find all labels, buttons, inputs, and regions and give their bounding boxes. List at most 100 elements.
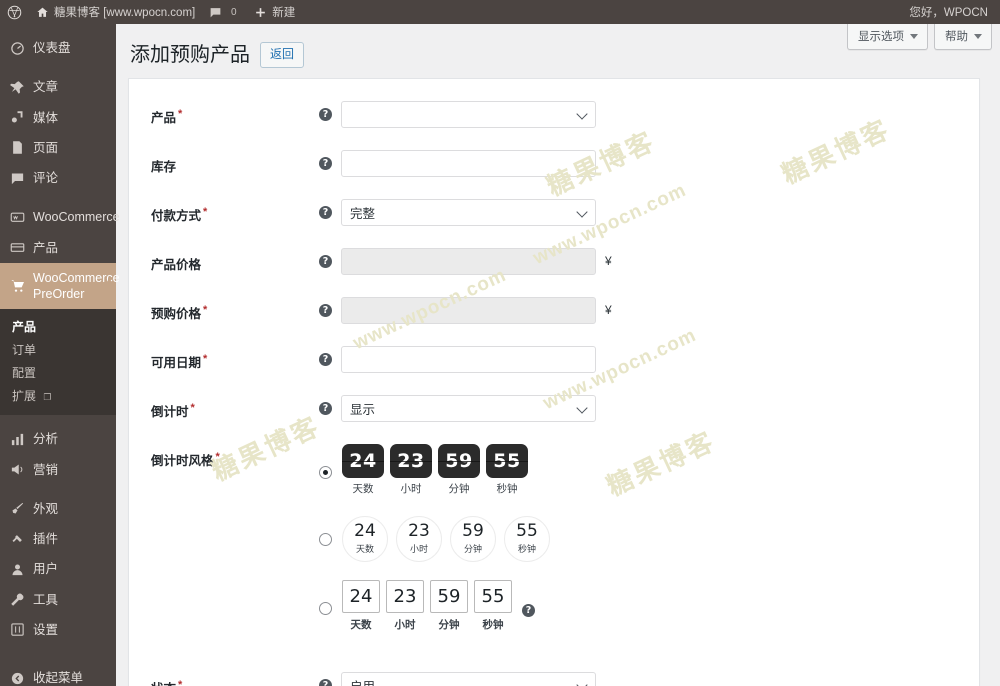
countdown-caption: 小时 <box>409 544 428 555</box>
help-icon[interactable]: ? <box>319 157 332 171</box>
new-content-menu[interactable]: 新建 <box>247 0 302 24</box>
countdown-unit: 24 天数 <box>342 580 380 632</box>
sidebar-item-appearance[interactable]: 外观 <box>0 494 116 524</box>
analytics-bars-icon <box>9 432 26 447</box>
radio-style-2[interactable] <box>319 533 332 547</box>
sidebar-item-users[interactable]: 用户 <box>0 554 116 584</box>
sidebar-item-settings[interactable]: 设置 <box>0 615 116 645</box>
countdown-value: 24 <box>354 521 376 542</box>
product-select[interactable] <box>341 101 596 129</box>
submenu-item-config[interactable]: 配置 <box>0 361 116 384</box>
available-date-input[interactable] <box>341 346 596 374</box>
help-button[interactable]: 帮助 <box>934 24 992 50</box>
countdown-select[interactable]: 显示 <box>341 395 596 423</box>
countdown-caption: 分钟 <box>438 619 460 632</box>
countdown-caption: 天数 <box>352 483 374 496</box>
field-control: ? ¥ <box>319 297 979 325</box>
stock-input[interactable] <box>341 150 596 178</box>
sidebar-item-dashboard[interactable]: 仪表盘 <box>0 33 116 63</box>
product-price-input <box>341 248 596 276</box>
wordpress-logo-menu[interactable] <box>0 0 29 24</box>
sidebar-item-woocommerce-preorder[interactable]: WooCommerce PreOrder <box>0 262 120 310</box>
field-label-text: 库存 <box>151 160 177 175</box>
sidebar-item-media[interactable]: 媒体 <box>0 103 116 133</box>
sidebar-item-label: 媒体 <box>33 110 59 125</box>
radio-style-3[interactable] <box>319 602 332 616</box>
payment-method-select[interactable]: 完整 <box>341 199 596 227</box>
field-control: ? 启用 <box>319 672 979 686</box>
sidebar-item-label: 评论 <box>33 171 59 185</box>
field-row-available-date: 可用日期 * ? <box>129 346 979 374</box>
field-label-text: 预购价格 <box>151 307 202 322</box>
field-row-product-price: 产品价格 ? ¥ <box>129 248 979 276</box>
screen-root: 糖果博客 [www.wpocn.com] 0 新建 您好，WPOCN 显示选项 <box>0 0 1000 686</box>
countdown-preview-dark: 24 天数 23 小时 59 分钟 55 秒钟 <box>342 444 528 496</box>
sidebar-item-marketing[interactable]: 营销 <box>0 455 116 485</box>
sidebar-item-posts[interactable]: 文章 <box>0 72 116 102</box>
sidebar-item-woocommerce[interactable]: WooCommerce <box>0 202 120 232</box>
countdown-unit: 55 秒钟 <box>486 444 528 496</box>
countdown-style-option-3[interactable]: 24 天数 23 小时 59 分钟 55 秒钟 ? <box>319 580 979 632</box>
radio-style-1[interactable] <box>319 466 332 480</box>
countdown-caption: 分钟 <box>463 544 482 555</box>
sidebar-item-products[interactable]: 产品 <box>0 233 116 263</box>
countdown-unit: 55 秒钟 <box>504 516 550 563</box>
countdown-unit: 24 天数 <box>342 516 388 563</box>
field-label: 倒计时 * <box>151 395 319 420</box>
countdown-caption: 分钟 <box>448 483 470 496</box>
help-icon[interactable]: ? <box>319 255 332 269</box>
site-name-menu[interactable]: 糖果博客 [www.wpocn.com] <box>29 0 202 24</box>
screen-options-button[interactable]: 显示选项 <box>847 24 928 50</box>
sidebar-item-label: 产品 <box>33 240 59 255</box>
countdown-value: 59 <box>438 444 480 479</box>
help-icon[interactable]: ? <box>319 679 332 686</box>
field-control: ? 完整 <box>319 199 979 227</box>
settings-sliders-icon <box>9 622 26 637</box>
help-icon[interactable]: ? <box>319 402 332 416</box>
submenu-item-label: 配置 <box>12 366 37 381</box>
sidebar-item-label: 文章 <box>33 80 59 95</box>
help-icon[interactable]: ? <box>319 206 332 220</box>
account-menu[interactable]: 您好，WPOCN <box>902 0 1000 24</box>
back-button[interactable]: 返回 <box>260 42 305 69</box>
comments-menu[interactable]: 0 <box>202 0 247 24</box>
help-icon[interactable]: ? <box>319 353 332 367</box>
field-control: ? ¥ <box>319 248 979 276</box>
help-icon[interactable]: ? <box>319 304 332 318</box>
field-row-countdown: 倒计时 * ? 显示 <box>129 395 979 423</box>
submenu-item-label: 扩展 <box>12 389 37 404</box>
page-icon <box>9 140 26 155</box>
countdown-caption: 小时 <box>400 483 422 496</box>
sidebar-item-pages[interactable]: 页面 <box>0 133 116 163</box>
preorder-price-input <box>341 297 596 325</box>
countdown-value: 59 <box>430 580 468 614</box>
collapse-menu-button[interactable]: 收起菜单 <box>0 663 116 686</box>
status-select[interactable]: 启用 <box>341 672 596 686</box>
sidebar-item-analytics[interactable]: 分析 <box>0 424 116 454</box>
countdown-unit: 23 小时 <box>390 444 432 496</box>
required-marker: * <box>203 304 208 317</box>
field-label: 可用日期 * <box>151 346 319 371</box>
required-marker: * <box>178 679 183 686</box>
field-row-product: 产品 * ? <box>129 101 979 129</box>
countdown-style-option-2[interactable]: 24 天数 23 小时 59 分钟 55 秒钟 <box>319 516 979 563</box>
countdown-value: 23 <box>408 521 430 542</box>
help-icon[interactable]: ? <box>319 108 332 122</box>
countdown-unit: 59 分钟 <box>438 444 480 496</box>
required-marker: * <box>190 402 195 415</box>
submenu-item-extensions[interactable]: 扩展 ❐ <box>0 384 116 407</box>
sidebar-item-tools[interactable]: 工具 <box>0 585 116 615</box>
screen-meta-links: 显示选项 帮助 <box>847 24 992 50</box>
field-label: 付款方式 * <box>151 199 319 224</box>
submenu-item-orders[interactable]: 订单 <box>0 338 116 361</box>
sidebar-item-comments[interactable]: 评论 <box>0 163 116 193</box>
sidebar-item-plugins[interactable]: 插件 <box>0 524 116 554</box>
countdown-style-option-1[interactable]: 24 天数 23 小时 59 分钟 55 秒钟 <box>319 444 979 496</box>
collapse-arrow-icon <box>9 671 26 686</box>
sidebar-item-label: 外观 <box>33 501 59 516</box>
countdown-unit: 59 分钟 <box>430 580 468 632</box>
submenu-item-products[interactable]: 产品 <box>0 315 116 338</box>
help-icon[interactable]: ? <box>522 604 535 618</box>
main-content: 添加预购产品 返回 产品 * ? 库存 ? 付款方式 * ? 完整 产品价格 ?… <box>116 24 1000 686</box>
